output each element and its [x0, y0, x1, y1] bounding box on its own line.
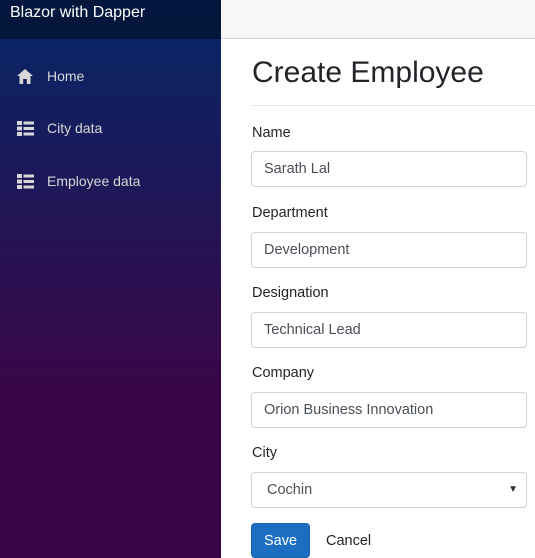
page-title: Create Employee — [252, 56, 484, 89]
chevron-down-icon: ▼ — [508, 484, 518, 495]
sidebar-item-label: Home — [47, 68, 85, 84]
designation-input[interactable] — [251, 312, 527, 348]
city-label: City — [252, 445, 277, 461]
city-select[interactable]: Cochin ▼ — [251, 472, 527, 508]
cancel-button[interactable]: Cancel — [326, 523, 371, 558]
sidebar-item-employee-data[interactable]: Employee data — [16, 169, 140, 193]
brand-title[interactable]: Blazor with Dapper — [0, 0, 221, 39]
name-input[interactable] — [251, 151, 527, 187]
department-label: Department — [252, 205, 328, 221]
name-label: Name — [252, 125, 291, 141]
save-button[interactable]: Save — [251, 523, 310, 558]
list-icon — [16, 119, 34, 137]
city-select-value: Cochin — [267, 482, 313, 498]
sidebar-item-city-data[interactable]: City data — [16, 116, 102, 140]
home-icon — [16, 67, 34, 85]
divider — [251, 105, 535, 106]
sidebar: Blazor with Dapper Home City data Employ… — [0, 0, 221, 558]
top-row — [221, 0, 535, 39]
department-input[interactable] — [251, 232, 527, 268]
company-label: Company — [252, 365, 315, 381]
company-input[interactable] — [251, 392, 527, 428]
sidebar-item-home[interactable]: Home — [16, 64, 84, 88]
designation-label: Designation — [252, 285, 329, 301]
sidebar-item-label: City data — [47, 120, 103, 136]
sidebar-item-label: Employee data — [47, 173, 141, 189]
list-icon — [16, 172, 34, 190]
